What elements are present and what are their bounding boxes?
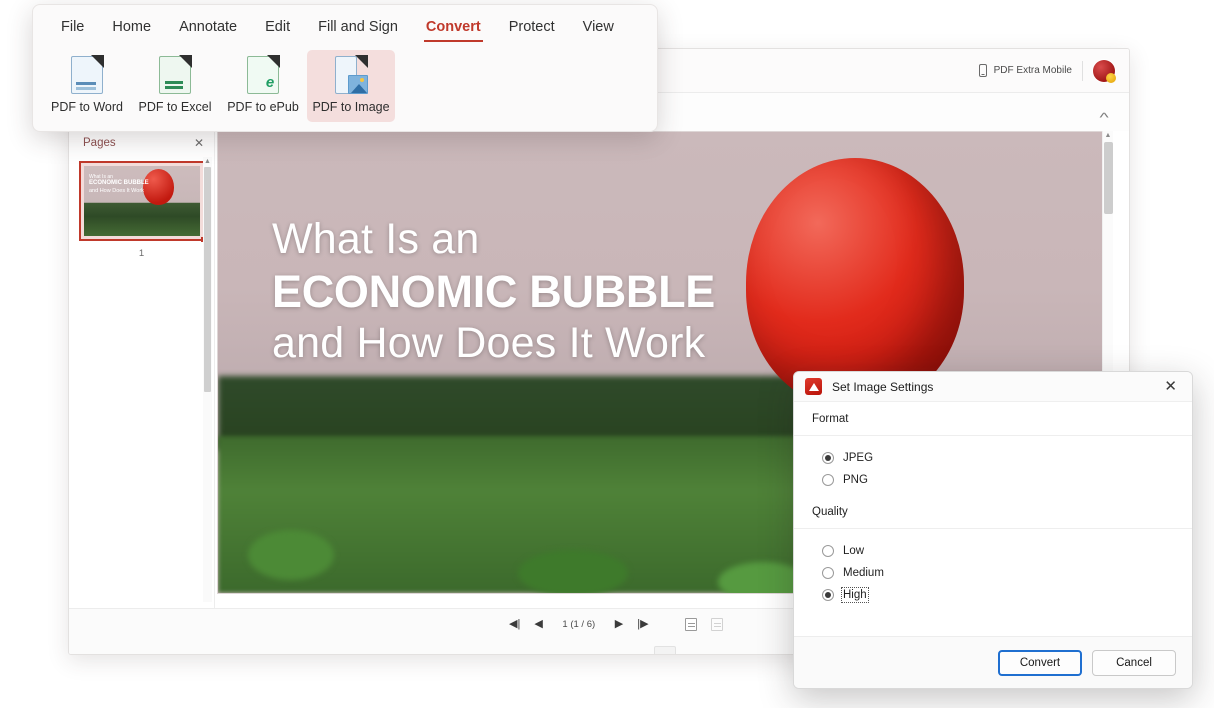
quality-option-medium-label: Medium (843, 567, 884, 579)
cancel-button[interactable]: Cancel (1092, 649, 1176, 676)
tab-file[interactable]: File (47, 15, 98, 42)
pdf-to-image-icon (335, 55, 368, 94)
page-title-line-1: What Is an (272, 215, 480, 263)
radio-icon-high (822, 589, 834, 601)
pdf-extra-mobile-label: PDF Extra Mobile (993, 65, 1072, 76)
dialog-titlebar: Set Image Settings ✕ (794, 372, 1192, 402)
pdf-to-excel-button[interactable]: PDF to Excel (131, 50, 219, 122)
next-page-icon[interactable]: ▶ (615, 619, 623, 630)
format-option-png-label: PNG (843, 474, 868, 486)
last-page-icon[interactable]: |▶ (637, 619, 648, 630)
document-scrollbar-thumb[interactable] (1104, 142, 1113, 214)
close-icon[interactable]: ✕ (1159, 377, 1182, 396)
format-section-heading: Format (794, 402, 1192, 436)
thumbnail-text: What Is an ECONOMIC BUBBLE and How Does … (89, 174, 149, 195)
pages-panel-header: Pages ✕ (69, 131, 214, 153)
page-thumbnail-list: What Is an ECONOMIC BUBBLE and How Does … (69, 153, 214, 259)
page-title-text: What Is an ECONOMIC BUBBLE and How Does … (272, 214, 715, 369)
single-page-view-icon[interactable] (684, 618, 697, 631)
radio-icon-medium (822, 567, 834, 579)
page-indicator[interactable]: 1 (1 / 6) (557, 619, 601, 630)
photo-leaf (248, 530, 334, 580)
thumbnail-page-number: 1 (138, 248, 145, 259)
page-thumbnail[interactable]: What Is an ECONOMIC BUBBLE and How Does … (79, 161, 206, 242)
pdf-to-word-label: PDF to Word (50, 100, 123, 114)
tab-fill-and-sign[interactable]: Fill and Sign (304, 15, 412, 42)
tab-annotate[interactable]: Annotate (165, 15, 251, 42)
tab-view[interactable]: View (569, 15, 628, 42)
tab-convert[interactable]: Convert (412, 15, 495, 42)
radio-icon-low (822, 545, 834, 557)
phone-icon (978, 64, 987, 77)
quality-section-heading: Quality (794, 495, 1192, 529)
pages-panel-scrollbar[interactable]: ▲ (203, 157, 212, 602)
radio-icon-png (822, 474, 834, 486)
quality-option-high-label: High (841, 587, 869, 603)
close-icon[interactable]: ✕ (194, 137, 204, 149)
pdf-to-epub-icon: e (247, 55, 280, 94)
pdf-to-word-icon (71, 55, 104, 94)
format-option-jpeg-label: JPEG (843, 452, 874, 464)
pages-panel: Pages ✕ What Is an ECONOMIC BUBBLE and H… (69, 131, 215, 608)
ribbon-tab-bar: File Home Annotate Edit Fill and Sign Co… (33, 5, 657, 42)
pdf-extra-app-icon (805, 378, 822, 395)
user-avatar[interactable] (1093, 59, 1116, 83)
format-option-png[interactable]: PNG (822, 469, 868, 491)
tab-protect[interactable]: Protect (495, 15, 569, 42)
bottom-grip-handle[interactable] (654, 646, 676, 654)
scroll-up-icon[interactable]: ▲ (1103, 131, 1113, 141)
pdf-to-word-button[interactable]: PDF to Word (43, 50, 131, 122)
pdf-to-excel-label: PDF to Excel (138, 100, 212, 114)
photo-leaf (518, 550, 628, 593)
radio-icon-jpeg (822, 452, 834, 464)
pdf-to-epub-button[interactable]: e PDF to ePub (219, 50, 307, 122)
quality-option-medium[interactable]: Medium (822, 562, 884, 584)
quality-option-low-label: Low (843, 545, 865, 557)
pdf-to-image-label: PDF to Image (312, 100, 390, 114)
first-page-icon[interactable]: ◀| (509, 619, 520, 630)
quality-option-low[interactable]: Low (822, 540, 864, 562)
previous-page-icon[interactable]: ◀ (534, 619, 542, 630)
chevron-up-icon[interactable]: ^ (1099, 111, 1108, 124)
convert-button[interactable]: Convert (998, 649, 1082, 676)
pages-scrollbar-thumb[interactable] (204, 167, 211, 392)
page-thumbnail-preview: What Is an ECONOMIC BUBBLE and How Does … (84, 166, 200, 236)
quality-radio-group: Low Medium High (794, 529, 1192, 610)
pdf-extra-mobile-link[interactable]: PDF Extra Mobile (978, 64, 1072, 77)
quality-option-high[interactable]: High (822, 584, 869, 606)
thumbnail-line-3: and How Does It Work (89, 187, 144, 194)
continuous-page-view-icon[interactable] (710, 618, 723, 631)
dialog-footer: Convert Cancel (794, 636, 1192, 688)
titlebar-divider (1082, 60, 1083, 81)
pdf-to-epub-label: PDF to ePub (227, 100, 299, 114)
page-title-line-2: ECONOMIC BUBBLE (272, 265, 715, 317)
dialog-title: Set Image Settings (832, 379, 934, 394)
ribbon-command-group: PDF to Word PDF to Excel e PDF to ePub P… (33, 42, 657, 122)
pages-panel-title: Pages (83, 137, 116, 149)
page-navigation-group: ◀| ◀ 1 (1 / 6) ▶ |▶ (509, 618, 723, 631)
pdf-to-excel-icon (159, 55, 192, 94)
tab-home[interactable]: Home (98, 15, 165, 42)
format-option-jpeg[interactable]: JPEG (822, 447, 873, 469)
format-radio-group: JPEG PNG (794, 436, 1192, 495)
convert-ribbon: File Home Annotate Edit Fill and Sign Co… (32, 4, 658, 132)
set-image-settings-dialog: Set Image Settings ✕ Format JPEG PNG Qua… (793, 371, 1193, 689)
scroll-up-icon[interactable]: ▲ (203, 157, 212, 166)
tab-edit[interactable]: Edit (251, 15, 304, 42)
thumbnail-line-2: ECONOMIC BUBBLE (89, 180, 149, 187)
pdf-to-image-button[interactable]: PDF to Image (307, 50, 395, 122)
screen-root: PDF Extra Mobile ^ Pages ✕ What Is an EC… (0, 0, 1214, 708)
page-title-line-3: and How Does It Work (272, 318, 706, 367)
